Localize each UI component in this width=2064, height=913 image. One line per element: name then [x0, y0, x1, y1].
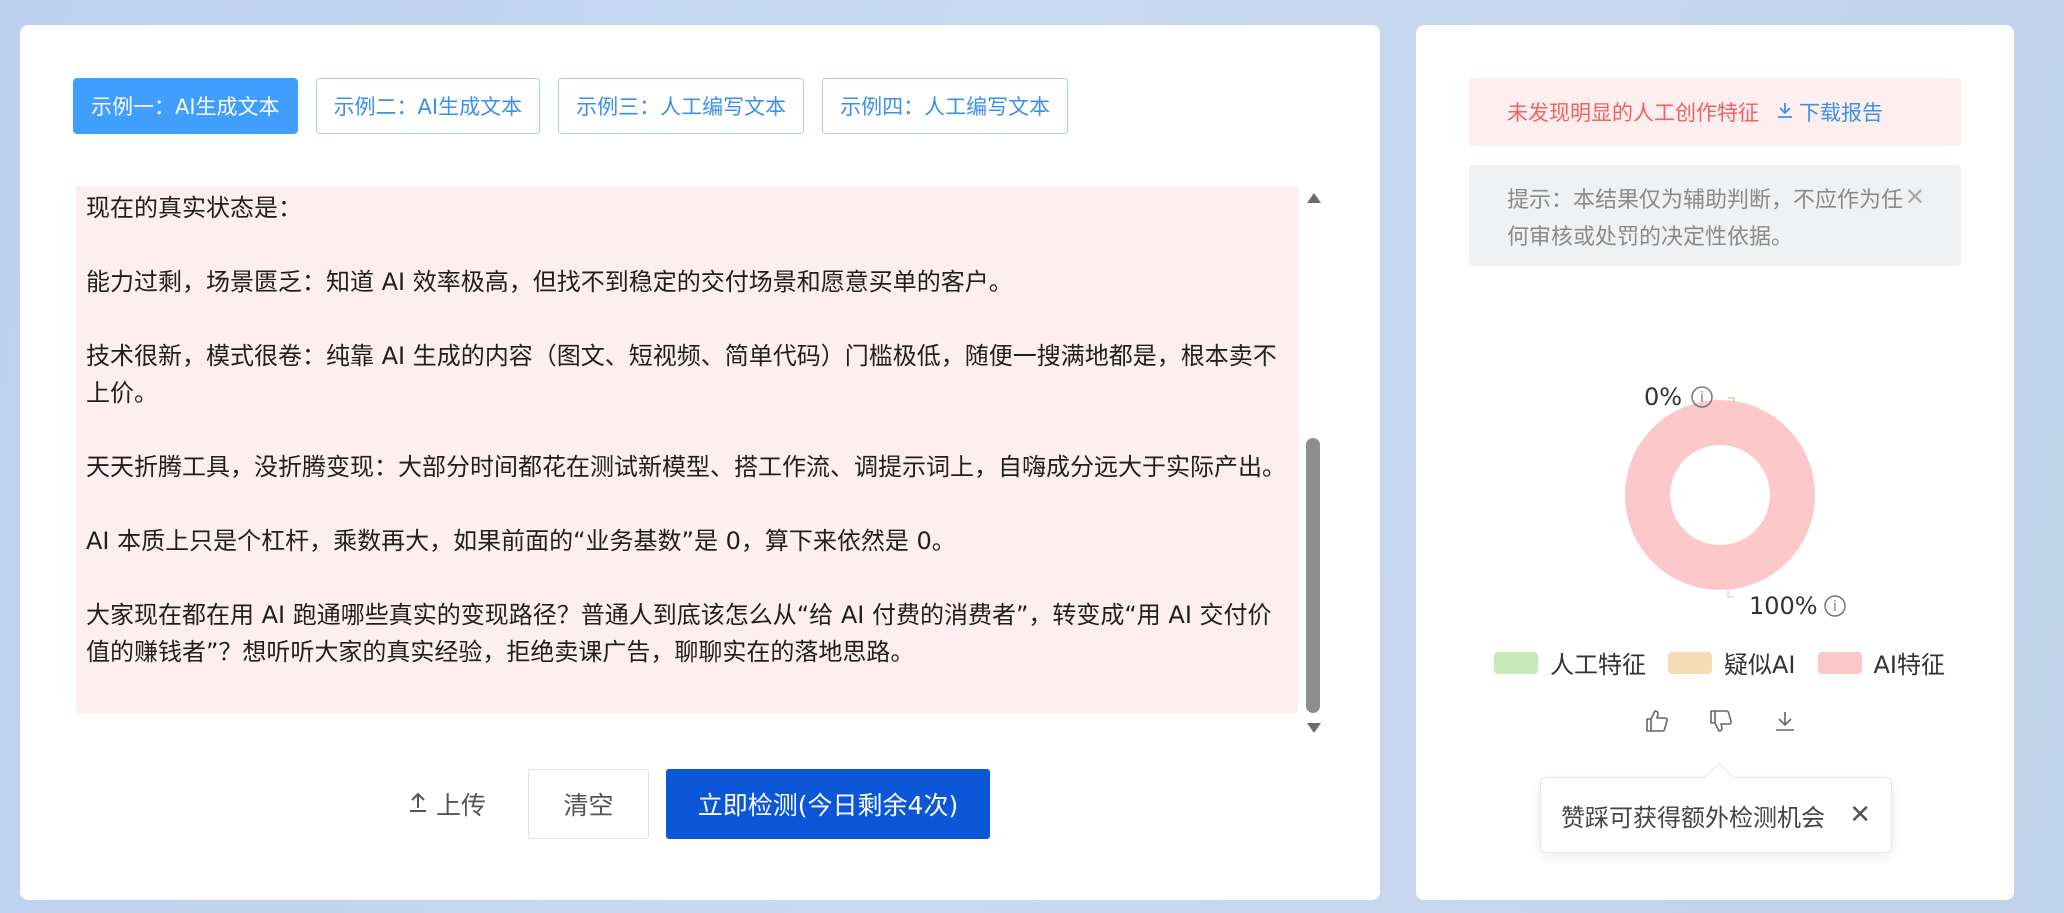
thumbs-down-icon[interactable]	[1706, 706, 1736, 736]
download-icon	[1777, 100, 1793, 124]
upload-label: 上传	[436, 791, 487, 820]
scrollbar-thumb[interactable]	[1306, 438, 1320, 713]
value-label-ai: 100%	[1749, 592, 1818, 620]
result-panel: 未发现明显的人工创作特征 下载报告 提示：本结果仅为辅助判断，不应作为任何审核或…	[1416, 25, 2014, 900]
feedback-toast: 赞踩可获得额外检测机会 ✕	[1540, 762, 1892, 853]
tab-example-2[interactable]: 示例二：AI生成文本	[315, 78, 541, 134]
chart-legend: 人工特征 疑似AI AI特征	[1494, 645, 1945, 680]
legend-swatch-human	[1494, 651, 1538, 674]
legend-swatch-ai	[1817, 651, 1862, 674]
input-panel: 示例一：AI生成文本 示例二：AI生成文本 示例三：人工编写文本 示例四：人工编…	[20, 25, 1380, 900]
label-line-ai	[1727, 590, 1734, 598]
svg-text:i: i	[1833, 599, 1837, 615]
scroll-up-arrow-icon[interactable]	[1307, 193, 1321, 203]
toast-arrow	[1704, 762, 1734, 792]
toast-close-icon[interactable]: ✕	[1849, 800, 1871, 830]
tab-example-4[interactable]: 示例四：人工编写文本	[822, 78, 1069, 134]
example-tabs: 示例一：AI生成文本 示例二：AI生成文本 示例三：人工编写文本 示例四：人工编…	[73, 78, 1069, 134]
toast-text: 赞踩可获得额外检测机会	[1561, 803, 1825, 832]
scrollbar[interactable]	[1303, 193, 1321, 733]
download-result-icon[interactable]	[1770, 706, 1800, 736]
thumbs-up-icon[interactable]	[1642, 706, 1672, 736]
feedback-actions	[1642, 706, 1800, 736]
scroll-down-arrow-icon[interactable]	[1307, 723, 1321, 733]
upload-icon	[408, 790, 428, 819]
legend-swatch-suspected	[1668, 651, 1712, 674]
download-report-link[interactable]: 下载报告	[1777, 97, 1883, 127]
value-label-human: 0%	[1644, 383, 1682, 411]
donut-slice-2	[1625, 400, 1815, 590]
info-icon[interactable]: i	[1691, 386, 1713, 408]
text-paragraph: AI 本质上只是个杠杆，乘数再大，如果前面的“业务基数”是 0，算下来依然是 0…	[86, 527, 956, 555]
download-report-label: 下载报告	[1799, 101, 1883, 125]
tab-example-1[interactable]: 示例一：AI生成文本	[73, 78, 298, 134]
upload-button[interactable]: 上传	[408, 769, 486, 839]
tip-box: 提示：本结果仅为辅助判断，不应作为任何审核或处罚的决定性依据。 ✕	[1469, 165, 1961, 266]
legend-item-ai: AI特征	[1817, 645, 1946, 680]
text-input-area[interactable]: 现在的真实状态是： 能力过剩，场景匮乏：知道 AI 效率极高，但找不到稳定的交付…	[76, 186, 1298, 713]
legend-item-suspected: 疑似AI	[1668, 645, 1796, 680]
donut-svg: 0% i 100% i	[1625, 383, 1846, 620]
tip-close-icon[interactable]: ✕	[1905, 179, 1925, 216]
text-paragraph: 现在的真实状态是：	[86, 194, 302, 222]
text-paragraph: 技术很新，模式很卷：纯靠 AI 生成的内容（图文、短视频、简单代码）门槛极低，随…	[86, 342, 1277, 407]
svg-text:i: i	[1700, 390, 1704, 406]
result-text: 未发现明显的人工创作特征	[1507, 101, 1759, 125]
legend-label-human: 人工特征	[1550, 651, 1646, 679]
text-paragraph: 天天折腾工具，没折腾变现：大部分时间都花在测试新模型、搭工作流、调提示词上，自嗨…	[86, 453, 1286, 481]
legend-label-suspected: 疑似AI	[1724, 651, 1796, 679]
info-icon[interactable]: i	[1824, 595, 1846, 617]
result-banner: 未发现明显的人工创作特征 下载报告	[1469, 78, 1961, 146]
clear-button[interactable]: 清空	[528, 769, 649, 839]
tip-text: 提示：本结果仅为辅助判断，不应作为任何审核或处罚的决定性依据。	[1507, 188, 1904, 250]
text-paragraph: 能力过剩，场景匮乏：知道 AI 效率极高，但找不到稳定的交付场景和愿意买单的客户…	[86, 268, 1013, 296]
text-paragraph: 大家现在都在用 AI 跑通哪些真实的变现路径？普通人到底该怎么从“给 AI 付费…	[86, 601, 1272, 666]
tab-example-3[interactable]: 示例三：人工编写文本	[558, 78, 805, 134]
detection-donut-chart: 0% i 100% i	[1596, 345, 1896, 645]
legend-label-ai: AI特征	[1873, 651, 1946, 679]
legend-item-human: 人工特征	[1494, 645, 1646, 680]
detect-button[interactable]: 立即检测(今日剩余4次)	[666, 769, 990, 839]
